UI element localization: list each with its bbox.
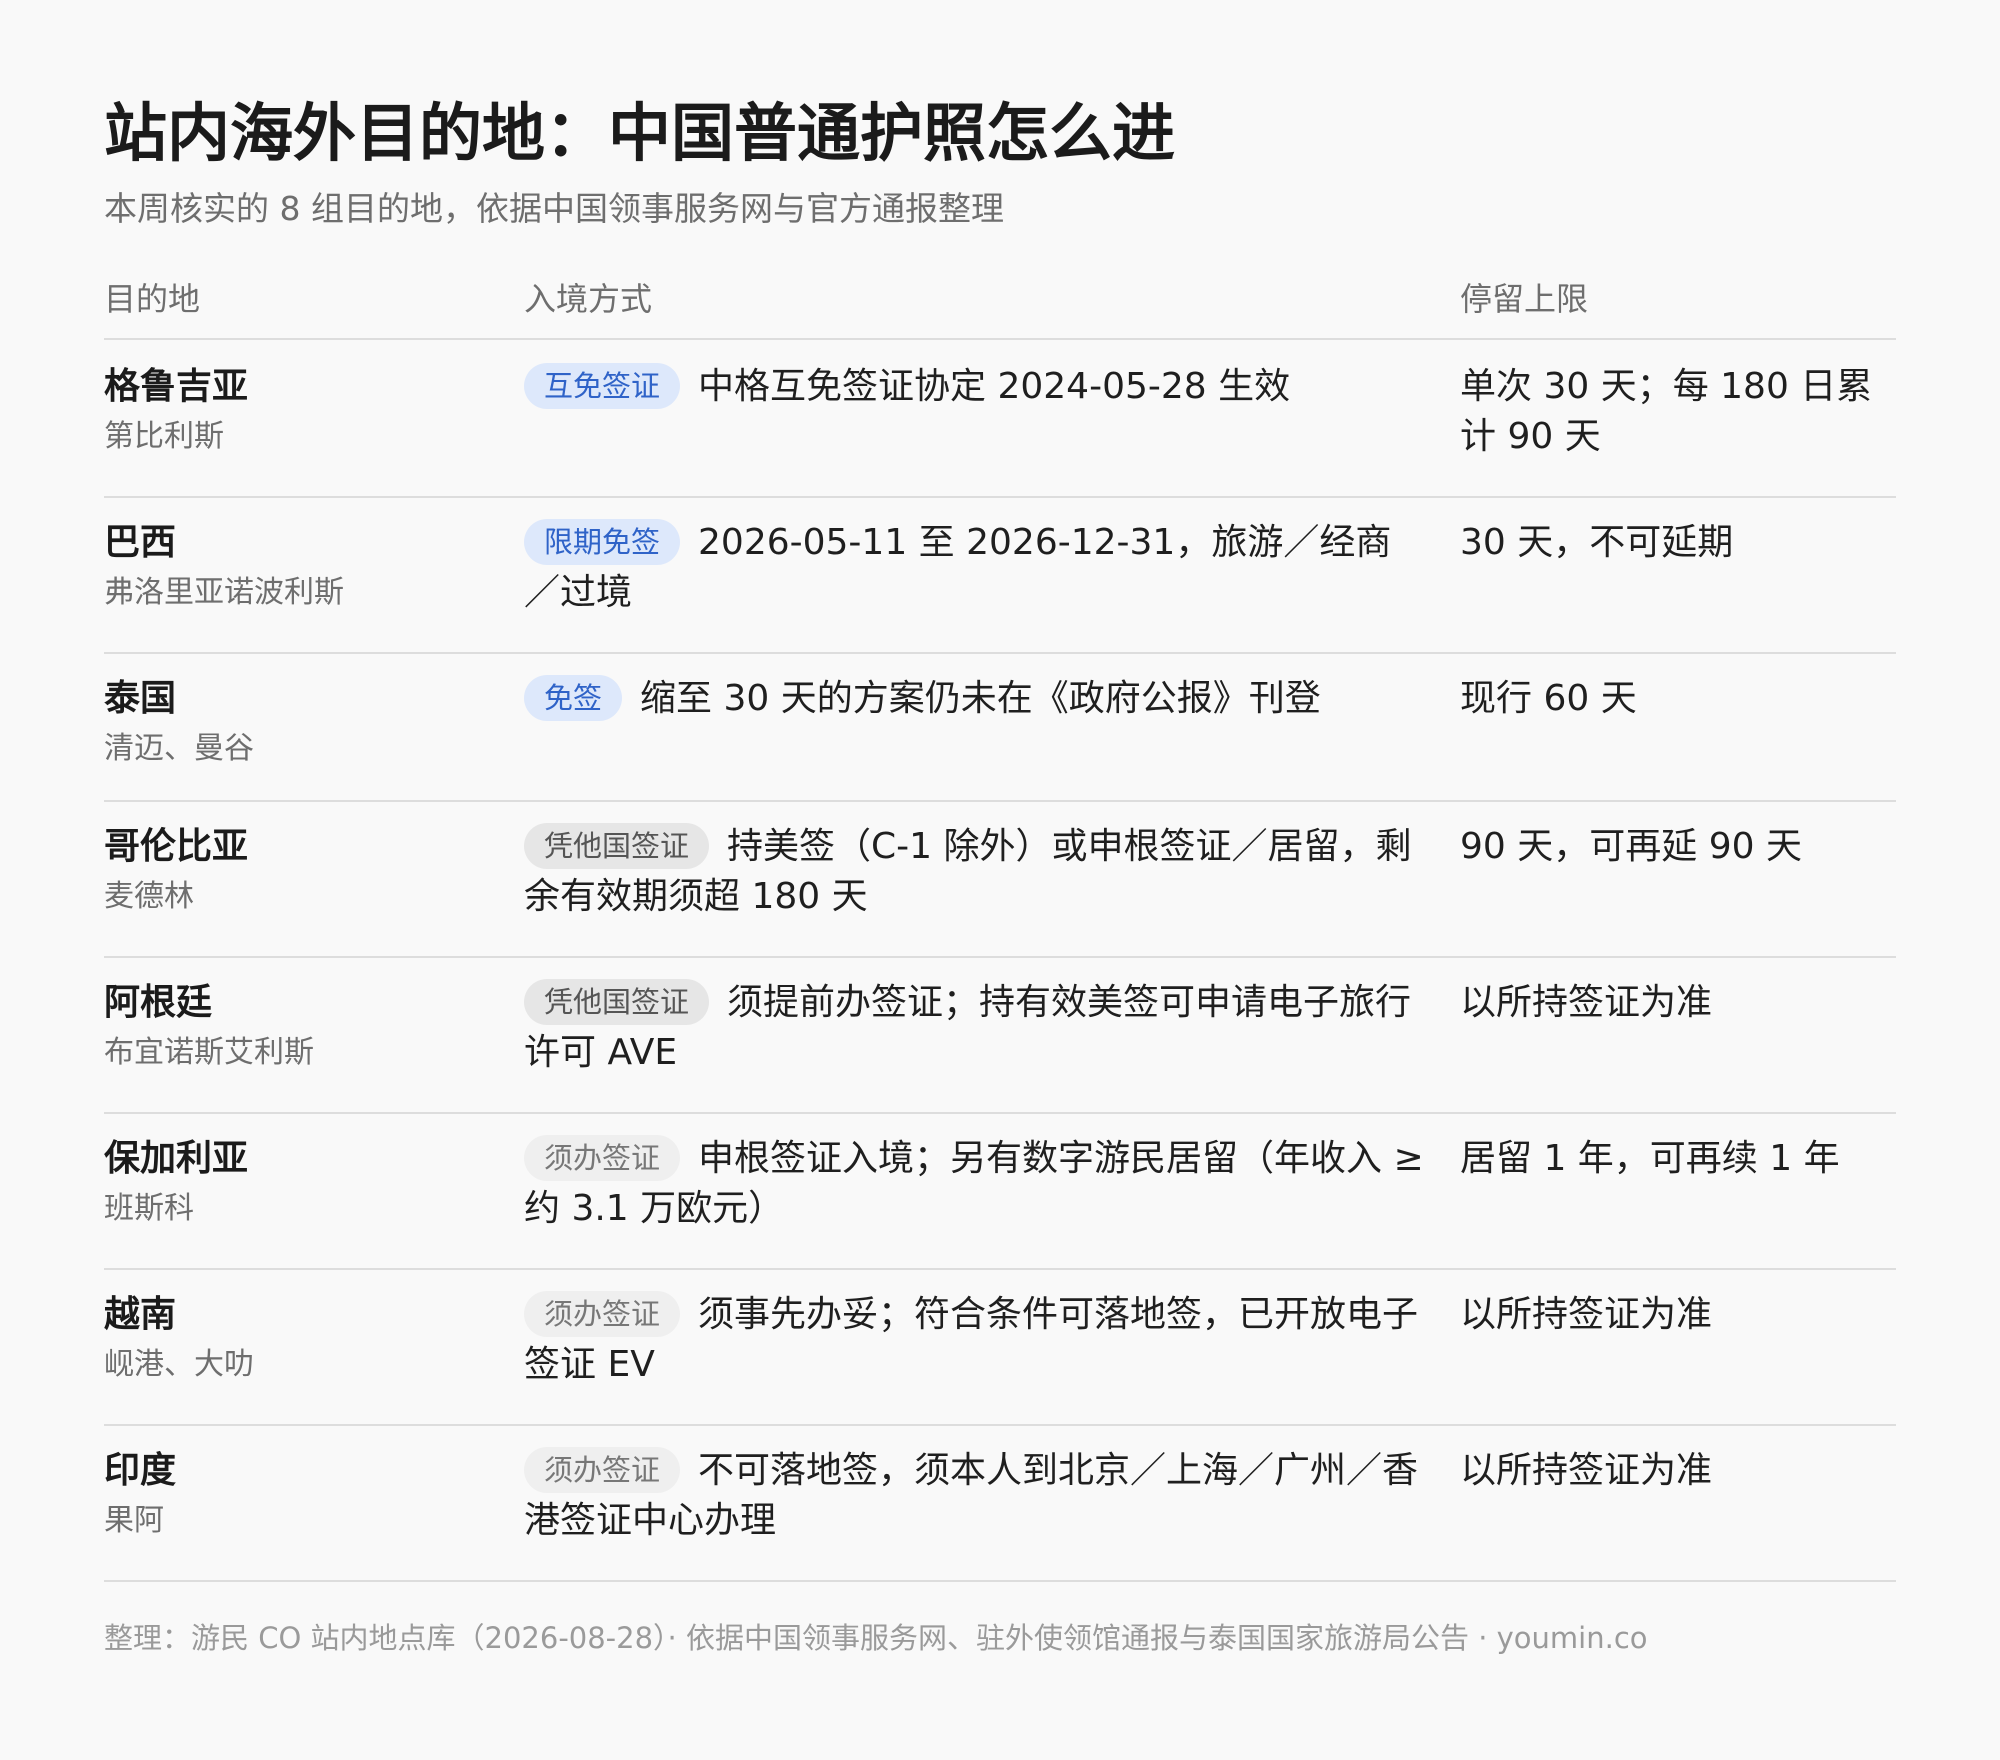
table-row: 泰国 清迈、曼谷 免签 缩至 30 天的方案仍未在《政府公报》刊登 现行 60 天 — [104, 652, 1896, 802]
table-row: 印度果阿 须办签证 不可落地签，须本人到北京／上海／广州／香港签证中心办理 以所持签证… — [104, 1424, 1896, 1582]
destination-cell: 巴西弗洛里亚诺波利斯 — [104, 518, 344, 618]
entry-cell: 须办签证 申根签证入境；另有数字游民居留（年收入 ≥ 约 3.1 万欧元） — [524, 1134, 1424, 1234]
destination-name: 巴西 — [104, 522, 177, 563]
destination-cell: 阿根廷布宜诺斯艾利斯 — [104, 978, 314, 1078]
destination-city: 岘港、大叻 — [104, 1347, 254, 1382]
destination-city: 麦德林 — [104, 879, 194, 914]
table-row: 越南岘港、大叻 须办签证 须事先办妥；符合条件可落地签，已开放电子签证 EV 以所持签… — [104, 1268, 1896, 1426]
destination-name: 格鲁吉亚 — [104, 366, 249, 407]
entry-type-badge: 须办签证 — [524, 1447, 681, 1493]
stay-limit: 90 天，可再延 90 天 — [1460, 826, 1802, 867]
destination-name: 保加利亚 — [104, 1138, 249, 1179]
entry-type-badge: 凭他国签证 — [524, 979, 710, 1025]
destination-city: 班斯科 — [104, 1191, 194, 1226]
page-subtitle: 本周核实的 8 组目的地，依据中国领事服务网与官方通报整理 — [104, 189, 1004, 228]
entry-type-badge: 限期免签 — [524, 519, 681, 565]
destination-cell: 保加利亚 班斯科 — [104, 1134, 248, 1234]
entry-cell: 须办签证 不可落地签，须本人到北京／上海／广州／香港签证中心办理 — [524, 1446, 1424, 1546]
destination-city: 果阿 — [104, 1503, 164, 1538]
destination-cell: 印度 果阿 — [104, 1446, 176, 1546]
entry-type-badge: 互免签证 — [524, 363, 681, 409]
footer-source: 整理：游民 CO 站内地点库（2026-08-28）· 依据中国领事服务网、驻外… — [104, 1621, 1648, 1655]
header-entry: 入境方式 — [524, 280, 653, 318]
table-row: 阿根廷布宜诺斯艾利斯 凭他国签证 须提前办签证；持有效美签可申请电子旅行许可 AVE… — [104, 956, 1896, 1114]
entry-cell: 须办签证 须事先办妥；符合条件可落地签，已开放电子签证 EV — [524, 1290, 1424, 1390]
stay-limit: 30 天，不可延期 — [1460, 522, 1734, 563]
stay-limit: 以所持签证为准 — [1460, 982, 1713, 1023]
header-destination: 目的地 — [104, 280, 201, 318]
destination-name: 哥伦比亚 — [104, 826, 249, 867]
destination-cell: 越南 岘港、大叻 — [104, 1290, 254, 1390]
stay-limit: 以所持签证为准 — [1460, 1450, 1713, 1491]
entry-type-badge: 须办签证 — [524, 1135, 681, 1181]
destination-name: 越南 — [104, 1294, 177, 1335]
table-row: 巴西弗洛里亚诺波利斯 限期免签 2026-05-11 至 2026-12-31，旅游… — [104, 496, 1896, 654]
entry-type-badge: 免签 — [524, 675, 623, 721]
table-row: 格鲁吉亚 第比利斯 互免签证 中格互免签证协定 2024-05-28 生效 单次 30 … — [104, 340, 1896, 498]
entry-cell: 凭他国签证 须提前办签证；持有效美签可申请电子旅行许可 AVE — [524, 978, 1424, 1078]
entry-cell: 互免签证 中格互免签证协定 2024-05-28 生效 — [524, 362, 1424, 412]
destination-cell: 哥伦比亚 麦德林 — [104, 822, 248, 922]
header-stay: 停留上限 — [1460, 280, 1589, 318]
destination-name: 印度 — [104, 1450, 177, 1491]
entry-cell: 凭他国签证 持美签（C-1 除外）或申根签证／居留，剩余有效期须超 180 天 — [524, 822, 1424, 922]
entry-type-badge: 须办签证 — [524, 1291, 681, 1337]
page-title: 站内海外目的地：中国普通护照怎么进 — [104, 97, 1175, 170]
destination-cell: 泰国 清迈、曼谷 — [104, 674, 254, 774]
table-row: 保加利亚班斯科 须办签证 申根签证入境；另有数字游民居留（年收入 ≥ 约 3.1 万… — [104, 1112, 1896, 1270]
destination-city: 布宜诺斯艾利斯 — [104, 1035, 314, 1070]
stay-limit: 居留 1 年，可再续 1 年 — [1460, 1138, 1840, 1179]
entry-type-badge: 凭他国签证 — [524, 823, 710, 869]
entry-detail: 中格互免签证协定 2024-05-28 生效 — [698, 366, 1291, 407]
table-header: 目的地 入境方式 停留上限 — [104, 274, 1896, 340]
table-row: 哥伦比亚麦德林 凭他国签证 持美签（C-1 除外）或申根签证／居留，剩余有效期须超 … — [104, 800, 1896, 958]
destination-cell: 格鲁吉亚 第比利斯 — [104, 362, 248, 462]
entry-detail: 缩至 30 天的方案仍未在《政府公报》刊登 — [640, 678, 1321, 719]
destination-city: 第比利斯 — [104, 419, 224, 454]
destination-name: 阿根廷 — [104, 982, 213, 1023]
destination-name: 泰国 — [104, 678, 177, 719]
entry-cell: 免签 缩至 30 天的方案仍未在《政府公报》刊登 — [524, 674, 1424, 724]
stay-limit: 单次 30 天；每 180 日累计 90 天 — [1460, 366, 1873, 457]
entry-cell: 限期免签 2026-05-11 至 2026-12-31，旅游／经商／过境 — [524, 518, 1424, 618]
stay-limit: 现行 60 天 — [1460, 678, 1637, 719]
destination-city: 清迈、曼谷 — [104, 731, 254, 766]
stay-limit: 以所持签证为准 — [1460, 1294, 1713, 1335]
destination-city: 弗洛里亚诺波利斯 — [104, 575, 344, 610]
